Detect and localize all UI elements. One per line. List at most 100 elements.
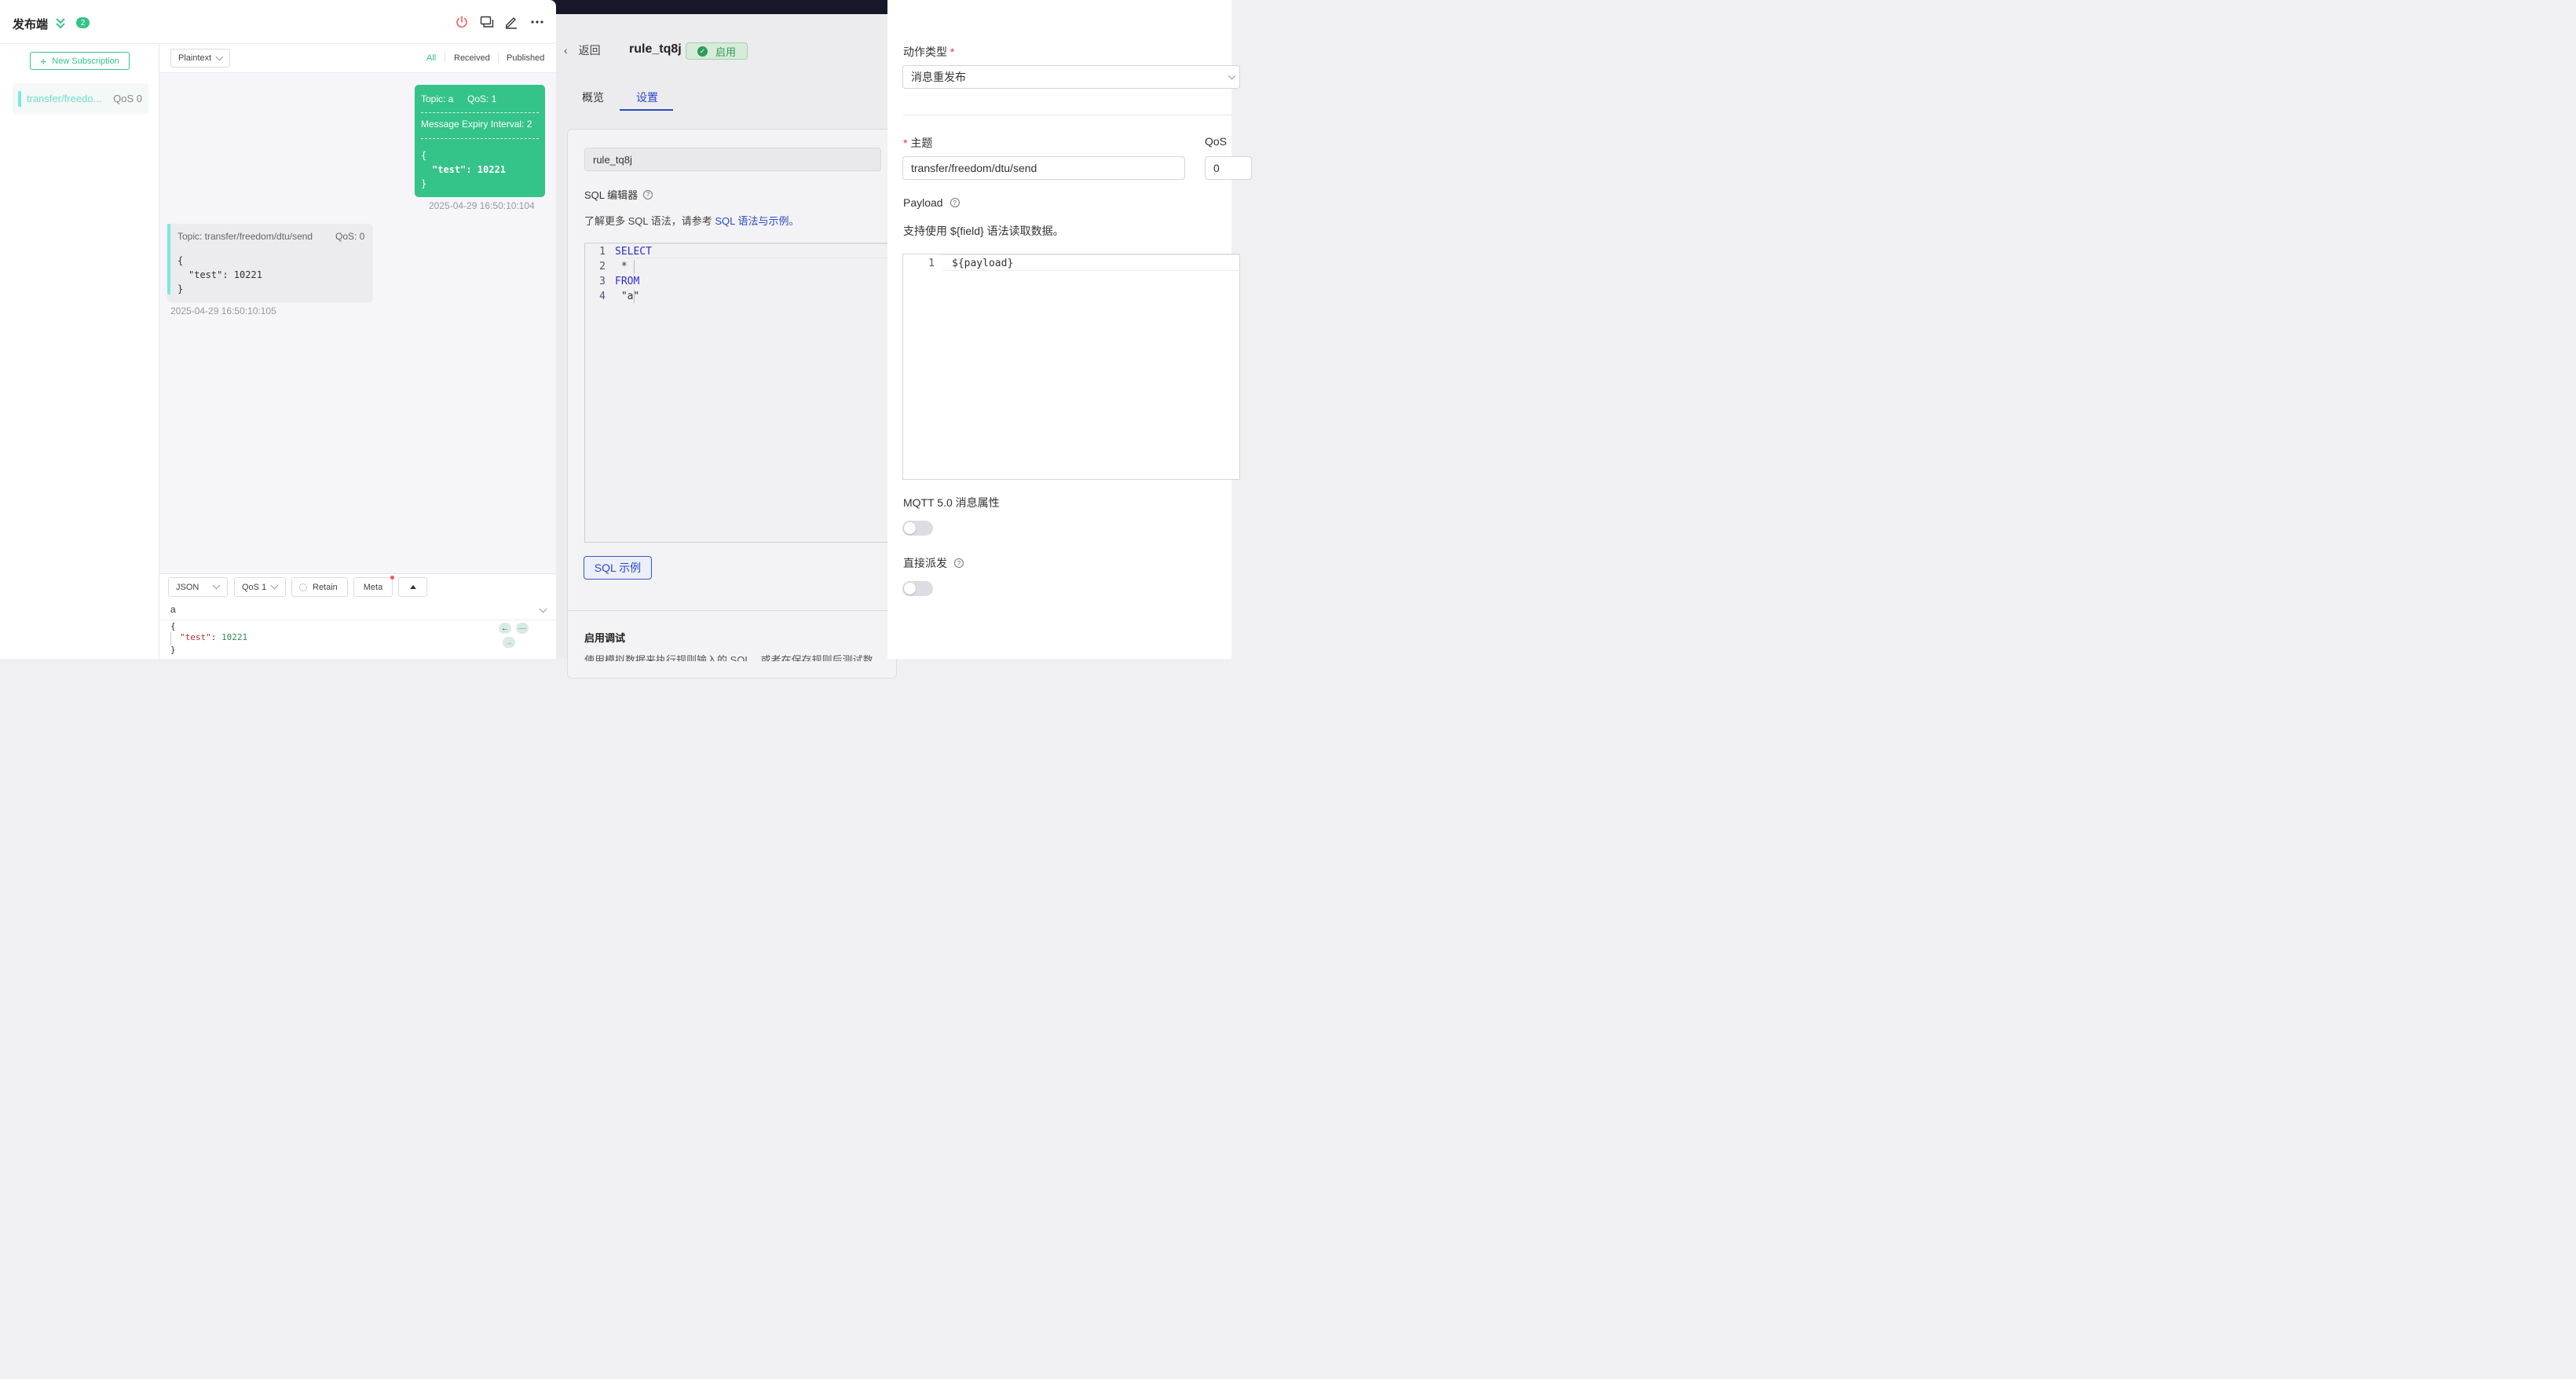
action-type-label: 动作类型 * [903,44,954,60]
qos-select[interactable]: 0 [1205,156,1252,180]
subscription-color-bar [18,91,21,107]
code-line: 3 FROM [585,274,639,289]
retain-label: Retain [313,582,338,592]
payload-hint: 支持使用 ${field} 语法读取数据。 [903,225,1064,237]
filter-all[interactable]: All [426,53,436,63]
more-icon[interactable] [529,14,545,30]
triangle-up-icon [409,585,416,589]
toggle-knob [904,522,916,534]
subscription-item[interactable]: transfer/freedo... QoS 0 [13,83,148,114]
payload-key: "test" [180,632,211,642]
new-subscription-label: New Subscription [52,56,119,66]
line-number: 3 [599,276,606,287]
sql-example-button[interactable]: SQL 示例 [584,556,652,580]
indent-guide [170,632,171,646]
current-line-highlight [626,243,901,258]
debug-section-title: 启用调试 [584,632,626,644]
expand-panel-button[interactable] [398,577,427,597]
payload-line: } [170,645,176,655]
publish-topic-input[interactable]: a [170,604,176,615]
code-line: 4 "a" [585,289,639,304]
mqtt-props-toggle[interactable] [902,521,933,536]
sql-editor-label: SQL 编辑器 ? [584,187,653,202]
arrow-right-icon[interactable]: → [503,637,515,648]
check-circle-icon: ✓ [697,46,708,57]
payload-line: "test": 10221 [188,269,262,280]
required-mark: * [950,46,955,58]
active-tab-indicator [620,109,673,111]
tab-overview[interactable]: 概览 [582,90,604,105]
retain-radio-icon [299,583,307,591]
power-icon[interactable] [454,14,470,30]
chevron-down-icon [270,581,279,590]
code-text: FROM [615,276,640,287]
back-label: 返回 [578,44,601,57]
help-icon[interactable]: ? [954,558,964,568]
payload-format-select[interactable]: Plaintext [170,49,230,68]
action-type-label-text: 动作类型 [903,46,947,58]
direct-dispatch-label: 直接派发 ? [903,555,964,571]
mqtt-props-label: MQTT 5.0 消息属性 [903,496,1000,509]
help-icon[interactable]: ? [643,189,653,199]
chat-icon[interactable] [479,14,495,30]
received-message[interactable]: Topic: transfer/freedom/dtu/send QoS: 0 … [167,224,373,302]
chevron-left-icon: ‹ [564,44,568,57]
filter-published[interactable]: Published [507,53,544,63]
published-message[interactable]: Topic: a QoS: 1 Message Expiry Interval:… [415,85,545,197]
filter-received[interactable]: Received [454,53,490,63]
chevron-down-icon [212,581,221,590]
code-line: 1 SELECT [585,244,652,259]
direct-dispatch-toggle[interactable] [902,581,933,596]
topic-label-text: 主题 [910,137,933,149]
payload-format-value: Plaintext [178,53,212,63]
received-color-bar [167,224,170,294]
double-chevron-down-icon[interactable] [55,16,66,29]
section-divider [567,610,889,611]
sql-hint-text: 了解更多 SQL 语法，请参考 [584,215,712,227]
meta-button[interactable]: Meta [353,577,393,597]
publish-qos-value: QoS 1 [242,582,267,592]
code-text: "a" [615,291,640,302]
help-icon[interactable]: ? [950,198,960,207]
payload-editor[interactable]: 1 ${payload} [902,254,1241,480]
topic-label: * 主题 [903,135,932,151]
meta-indicator-dot [390,576,394,580]
payload-line: "test": 10221 [180,632,247,642]
publish-qos-select[interactable]: QoS 1 [234,577,286,597]
tab-settings[interactable]: 设置 [636,90,658,105]
payload-line: "test": 10221 [432,164,506,175]
arrow-left-icon[interactable]: ← [499,623,511,634]
sql-code-editor[interactable]: 1 SELECT 2 * 3 FROM 4 "a" [584,243,901,543]
sql-syntax-link[interactable]: SQL 语法与示例。 [715,215,799,227]
message-qos: QoS: 1 [467,93,497,104]
minus-icon[interactable]: — [516,623,529,634]
rule-title: rule_tq8j [629,42,682,56]
message-timestamp: 2025-04-29 16:50:10:105 [170,305,276,316]
topic-input[interactable]: transfer/freedom/dtu/send [902,156,1185,180]
chevron-down-icon [215,53,224,61]
rule-name-input[interactable]: rule_tq8j [584,148,881,171]
publish-format-value: JSON [176,582,199,592]
payload-value: 10221 [221,632,248,642]
sql-hint: 了解更多 SQL 语法，请参考 SQL 语法与示例。 [584,213,800,228]
publish-format-select[interactable]: JSON [168,577,228,597]
message-topic: Topic: transfer/freedom/dtu/send [177,231,313,242]
payload-colon: : [210,632,221,642]
new-subscription-button[interactable]: + New Subscription [30,52,130,70]
payload-line: { [421,150,427,161]
subscriptions-sidebar [0,44,159,659]
action-type-select[interactable]: 消息重发布 [902,65,1240,89]
chevron-down-icon [1228,71,1236,80]
back-link[interactable]: ‹ 返回 [564,42,601,58]
filter-separator [498,53,499,63]
indent-guide [634,290,635,303]
dashed-divider [421,138,539,139]
status-label: 启用 [715,46,737,58]
retain-checkbox[interactable]: Retain [291,577,348,597]
edit-icon[interactable] [503,14,519,30]
line-number: 1 [928,258,935,269]
direct-dispatch-label-text: 直接派发 [903,557,947,569]
required-mark: * [903,137,908,149]
payload-line: } [177,283,184,294]
subscription-count-badge: 2 [76,17,90,28]
